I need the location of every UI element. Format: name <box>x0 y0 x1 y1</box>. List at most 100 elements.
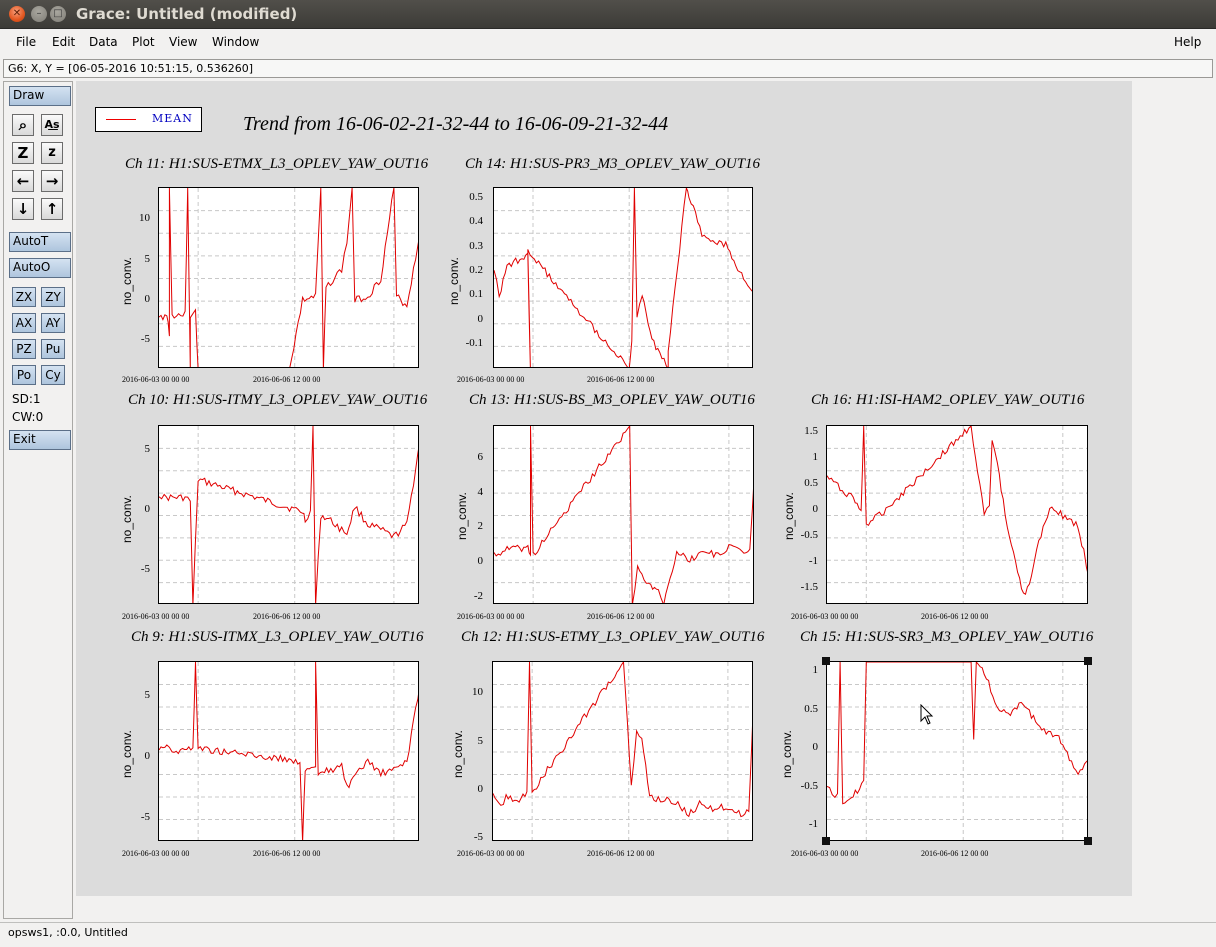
y-tick-label: -1 <box>808 818 818 830</box>
arrow-up-icon[interactable]: ↑ <box>41 198 63 220</box>
zx-button[interactable]: ZX <box>12 287 36 307</box>
y-tick-label: 6 <box>477 451 484 463</box>
y-tick-label: -2 <box>473 590 483 602</box>
selection-handle[interactable] <box>822 657 830 665</box>
legend-box[interactable]: MEAN <box>95 107 202 132</box>
minimize-window-button[interactable]: – <box>31 6 47 22</box>
y-tick-label: 0 <box>144 293 151 305</box>
y-tick-label: 0.5 <box>804 477 818 489</box>
x-tick-label: 2016-06-06 12 00 00 <box>253 849 321 858</box>
exit-button[interactable]: Exit <box>9 430 71 450</box>
y-tick-label: 5 <box>477 735 484 747</box>
y-tick-label: 0 <box>812 741 819 753</box>
x-tick-label: 2016-06-03 00 00 00 <box>122 375 190 384</box>
menu-data[interactable]: Data <box>89 35 118 49</box>
panel-title: Ch 16: H1:ISI-HAM2_OPLEV_YAW_OUT16 <box>811 392 1085 408</box>
legend-label: MEAN <box>152 112 193 125</box>
y-tick-label: 0 <box>812 503 819 515</box>
zoom-small-z-icon[interactable]: z <box>41 142 63 164</box>
close-window-button[interactable]: ✕ <box>9 6 25 22</box>
menu-help[interactable]: Help <box>1174 35 1201 49</box>
x-tick-label: 2016-06-03 00 00 00 <box>457 612 525 621</box>
trend-plot-area <box>159 662 418 840</box>
window-title: Grace: Untitled (modified) <box>76 5 298 23</box>
y-tick-label: 0.3 <box>469 240 483 252</box>
y-tick-label: -5 <box>140 563 150 575</box>
arrow-down-icon[interactable]: ↓ <box>12 198 34 220</box>
y-tick-label: -0.5 <box>800 780 818 792</box>
y-tick-label: 2 <box>477 520 484 532</box>
panel-title: Ch 15: H1:SUS-SR3_M3_OPLEV_YAW_OUT16 <box>800 629 1094 645</box>
y-tick-label: 0 <box>477 555 484 567</box>
plot-panel[interactable] <box>158 425 419 604</box>
trend-plot-area <box>159 188 418 367</box>
y-tick-label: 1.5 <box>804 425 818 437</box>
plot-panel[interactable] <box>493 187 753 368</box>
x-tick-label: 2016-06-03 00 00 00 <box>791 612 859 621</box>
maximize-window-button[interactable]: □ <box>50 6 66 22</box>
trend-plot-area <box>159 426 418 603</box>
autot-button[interactable]: AutoT <box>9 232 71 252</box>
arrow-right-icon[interactable]: → <box>41 170 63 192</box>
y-tick-label: 0 <box>144 503 151 515</box>
y-tick-label: 0.2 <box>469 264 483 276</box>
coordinate-readout: G6: X, Y = [06-05-2016 10:51:15, 0.53626… <box>3 59 1213 78</box>
selection-handle[interactable] <box>1084 837 1092 845</box>
plot-panel[interactable] <box>493 425 754 604</box>
trend-plot-area <box>493 662 752 840</box>
ay-button[interactable]: AY <box>41 313 65 333</box>
y-tick-label: 0 <box>144 750 151 762</box>
draw-button[interactable]: Draw <box>9 86 71 106</box>
text-tool-icon[interactable]: A͟s <box>41 114 63 136</box>
y-tick-label: 4 <box>477 486 484 498</box>
po-button[interactable]: Po <box>12 365 36 385</box>
y-tick-label: 10 <box>139 212 150 224</box>
plot-panel[interactable] <box>826 425 1088 604</box>
plot-panel[interactable] <box>826 661 1088 841</box>
trend-plot-area <box>494 426 753 603</box>
y-axis-label: no_conv. <box>780 730 794 778</box>
ax-button[interactable]: AX <box>12 313 36 333</box>
pz-button[interactable]: PZ <box>12 339 36 359</box>
x-tick-label: 2016-06-03 00 00 00 <box>457 849 525 858</box>
y-tick-label: 5 <box>144 253 151 265</box>
menu-plot[interactable]: Plot <box>132 35 155 49</box>
pu-button[interactable]: Pu <box>41 339 65 359</box>
trend-plot-area <box>494 188 752 367</box>
x-tick-label: 2016-06-03 00 00 00 <box>122 849 190 858</box>
plot-panel[interactable] <box>158 661 419 841</box>
y-tick-label: 5 <box>144 443 151 455</box>
y-tick-label: -0.1 <box>465 337 483 349</box>
zoom-z-icon[interactable]: Z <box>12 142 34 164</box>
x-tick-label: 2016-06-06 12 00 00 <box>587 375 655 384</box>
menu-window[interactable]: Window <box>212 35 259 49</box>
autoo-button[interactable]: AutoO <box>9 258 71 278</box>
panel-title: Ch 14: H1:SUS-PR3_M3_OPLEV_YAW_OUT16 <box>465 156 761 172</box>
y-tick-label: -5 <box>473 831 483 843</box>
x-tick-label: 2016-06-06 12 00 00 <box>587 849 655 858</box>
selection-handle[interactable] <box>1084 657 1092 665</box>
menubar: File Edit Data Plot View Window Help <box>0 29 1216 56</box>
zy-button[interactable]: ZY <box>41 287 65 307</box>
cy-button[interactable]: Cy <box>41 365 65 385</box>
y-tick-label: 0.5 <box>469 191 483 203</box>
selection-handle[interactable] <box>822 837 830 845</box>
plot-panel[interactable] <box>492 661 753 841</box>
zoom-magnifier-icon[interactable]: ⌕ <box>12 114 34 136</box>
y-tick-label: 0 <box>477 313 484 325</box>
panel-title: Ch 13: H1:SUS-BS_M3_OPLEV_YAW_OUT16 <box>469 392 755 408</box>
y-tick-label: -0.5 <box>800 529 818 541</box>
x-tick-label: 2016-06-03 00 00 00 <box>122 612 190 621</box>
menu-file[interactable]: File <box>16 35 36 49</box>
arrow-left-icon[interactable]: ← <box>12 170 34 192</box>
plot-panel[interactable] <box>158 187 419 368</box>
x-tick-label: 2016-06-06 12 00 00 <box>921 612 989 621</box>
menu-edit[interactable]: Edit <box>52 35 75 49</box>
legend-line-swatch <box>106 119 136 120</box>
panel-title: Ch 12: H1:SUS-ETMY_L3_OPLEV_YAW_OUT16 <box>461 629 765 645</box>
y-tick-label: 0 <box>477 783 484 795</box>
menu-view[interactable]: View <box>169 35 197 49</box>
y-tick-label: -5 <box>140 333 150 345</box>
y-tick-label: -1.5 <box>800 581 818 593</box>
y-axis-label: no_conv. <box>455 492 469 540</box>
